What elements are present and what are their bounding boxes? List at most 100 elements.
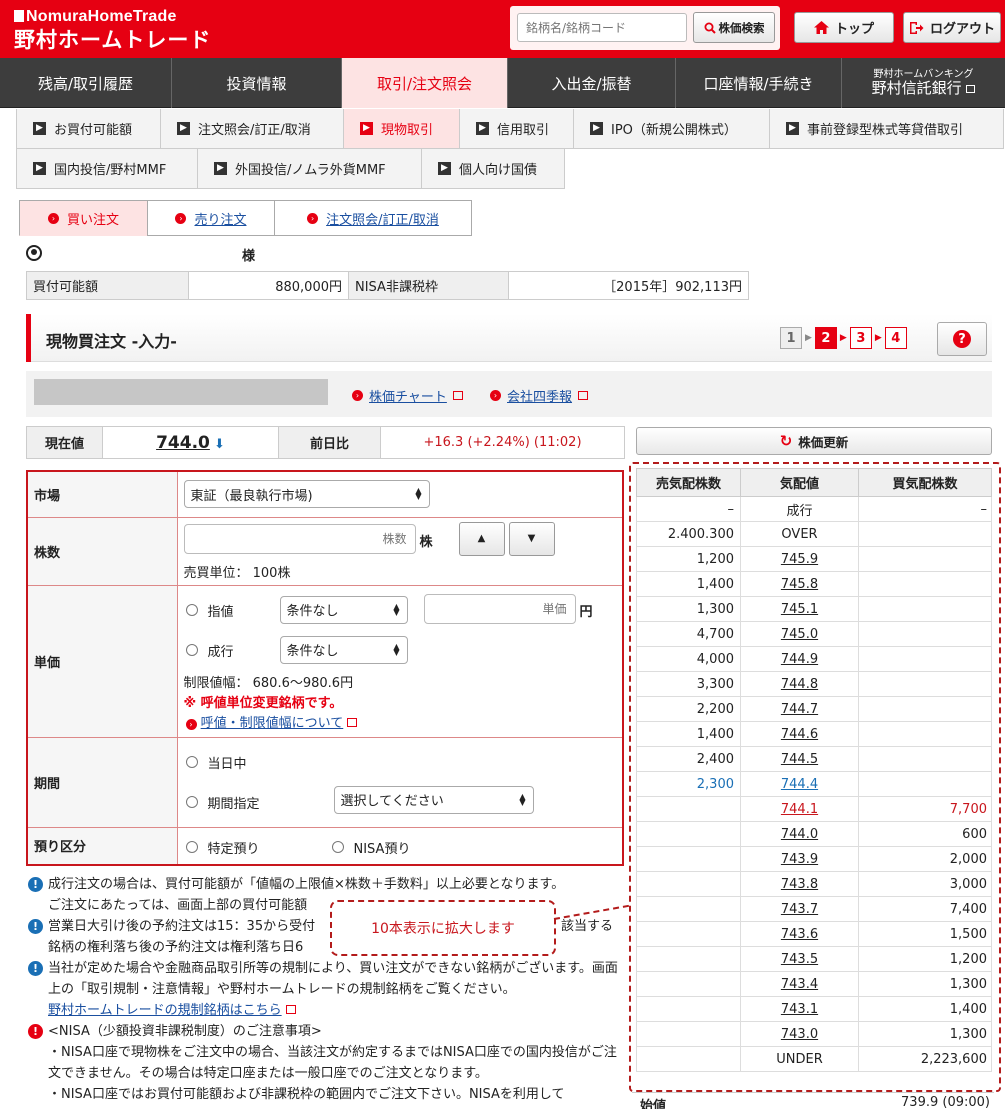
nav-deposit-transfer[interactable]: 入出金/振替 (508, 58, 676, 108)
market-order-radio[interactable] (185, 643, 198, 656)
limit-price-input[interactable] (423, 593, 576, 624)
nav-account-info[interactable]: 口座情報/手続き (676, 58, 842, 108)
subnav-order-inquiry[interactable]: ▶ 注文照会/訂正/取消 (160, 109, 344, 149)
tokutei-label: 特定預り (207, 841, 260, 857)
order-form: 市場 東証（最良執行市場) ▲▼ 株数 株 ▲ ▼ 売買単位： 100株 単価 … (26, 470, 624, 866)
book-price[interactable]: 743.5 (740, 946, 859, 972)
help-button[interactable]: ? (937, 322, 987, 356)
market-select[interactable]: 東証（最良執行市場) ▲ ▼ (183, 480, 430, 508)
nav-trade-order[interactable]: 取引/注文照会 (342, 58, 508, 108)
book-sell-qty: 3,300 (636, 671, 741, 697)
quantity-up-button[interactable]: ▲ (458, 521, 505, 556)
subnav-buy-power[interactable]: ▶ お買付可能額 (16, 109, 161, 149)
restricted-stocks-link[interactable]: 野村ホームトレードの規制銘柄はこちら (48, 1003, 296, 1018)
link-label: 会社四季報 (507, 390, 573, 405)
buy-power-value: 880,000円 (188, 271, 349, 300)
note-text: ・NISA口座ではお買付可能額および非課税枠の範囲内でご注文下さい。NISAを利… (48, 1087, 565, 1102)
current-price-value: 744.0 (156, 432, 210, 453)
book-price[interactable]: 743.8 (740, 871, 859, 897)
stock-chart-link[interactable]: › 株価チャート (352, 386, 463, 405)
book-buy-qty: 1,200 (858, 946, 992, 972)
external-link-icon (578, 391, 589, 400)
nav-investment-info[interactable]: 投資情報 (172, 58, 342, 108)
subnav-spot-trade[interactable]: ▶ 現物取引 (343, 109, 460, 149)
tab-buy-order[interactable]: › 買い注文 (19, 200, 148, 236)
select-value: 条件なし (286, 604, 339, 619)
book-price[interactable]: 743.1 (740, 996, 859, 1022)
book-price-value: 743.9 (780, 851, 819, 867)
tokutei-radio[interactable] (185, 840, 198, 853)
book-price[interactable]: 743.9 (740, 846, 859, 872)
note-text: <NISA（少額投資非課税制度）のご注意事項> (48, 1024, 322, 1039)
open-price-value: 739.9 (09:00) (901, 1095, 990, 1109)
tick-rule-link[interactable]: › 呼値・制限値幅について (185, 712, 358, 731)
stock-search-button[interactable]: 株価検索 (693, 12, 775, 43)
subnav-label: IPO（新規公開株式） (611, 123, 737, 138)
book-price[interactable]: 744.4 (740, 771, 859, 797)
nisa-custody-radio[interactable] (331, 840, 344, 853)
subnav-jgb[interactable]: ▶ 個人向け国債 (421, 149, 565, 189)
subnav-lending[interactable]: ▶ 事前登録型株式等貸借取引 (769, 109, 1004, 149)
external-link-icon (285, 1005, 296, 1014)
quantity-label: 株数 (26, 516, 178, 586)
subnav-margin-trade[interactable]: ▶ 信用取引 (459, 109, 574, 149)
book-row: UNDER 2,223,600 (636, 1046, 992, 1072)
book-price[interactable]: 744.6 (740, 721, 859, 747)
book-price-value: 744.9 (780, 651, 819, 667)
market-condition-select[interactable]: 条件なし ▲ ▼ (279, 635, 408, 664)
today-radio[interactable] (185, 755, 198, 768)
subnav-label: 注文照会/訂正/取消 (198, 123, 311, 138)
period-specify-radio[interactable] (185, 795, 198, 808)
book-price[interactable]: 745.9 (740, 546, 859, 572)
today-label: 当日中 (207, 756, 247, 772)
book-price[interactable]: 745.1 (740, 596, 859, 622)
logout-icon (909, 21, 924, 34)
tab-order-inquiry[interactable]: › 注文照会/訂正/取消 (274, 200, 472, 236)
book-price-value: 743.4 (780, 976, 819, 992)
subnav-foreign-fund[interactable]: ▶ 外国投信/ノムラ外貨MMF (197, 149, 422, 189)
chevron-right-icon: ▶ (177, 122, 190, 135)
company-report-link[interactable]: › 会社四季報 (490, 386, 589, 405)
nav-balance-history[interactable]: 残高/取引履歴 (0, 58, 172, 108)
nav-nomura-trust-bank[interactable]: 野村ホームバンキング 野村信託銀行 (842, 58, 1005, 108)
book-price[interactable]: 745.8 (740, 571, 859, 597)
book-row: 1,400 744.6 (636, 721, 992, 747)
note-text: 銘柄の権利落ち後の予約注文は権利落ち日6 (48, 940, 304, 955)
book-price[interactable]: 744.9 (740, 646, 859, 672)
quantity-unit: 株 (419, 534, 433, 550)
book-price[interactable]: 743.0 (740, 1021, 859, 1047)
book-price[interactable]: 745.0 (740, 621, 859, 647)
book-sell-qty: 4,000 (636, 646, 741, 672)
step-arrow-icon: ▶ (805, 333, 812, 343)
subnav-ipo[interactable]: ▶ IPO（新規公開株式） (573, 109, 770, 149)
limit-condition-select[interactable]: 条件なし ▲ ▼ (279, 595, 408, 624)
book-price-value: 744.5 (780, 751, 819, 767)
select-value: 選択してください (340, 794, 444, 809)
book-price[interactable]: 744.0 (740, 821, 859, 847)
book-price[interactable]: 744.1 (740, 796, 859, 822)
search-input[interactable] (517, 13, 687, 42)
logout-button[interactable]: ログアウト (903, 12, 1001, 43)
book-price[interactable]: 744.8 (740, 671, 859, 697)
trade-unit: 売買単位： 100株 (183, 565, 291, 581)
book-row: 1,300 745.1 (636, 596, 992, 622)
book-price[interactable]: 744.7 (740, 696, 859, 722)
book-row: 743.7 7,400 (636, 896, 992, 922)
limit-order-radio[interactable] (185, 603, 198, 616)
quantity-input[interactable] (183, 523, 416, 554)
logo[interactable]: NomuraHomeTrade 野村ホームトレード (14, 8, 211, 54)
note-text: 該当する (561, 919, 614, 934)
triangle-up-icon: ▲ (477, 533, 486, 544)
period-select[interactable]: 選択してください ▲ ▼ (333, 785, 534, 814)
price-label: 単価 (26, 584, 178, 738)
subnav-domestic-fund[interactable]: ▶ 国内投信/野村MMF (16, 149, 198, 189)
book-price[interactable]: 743.7 (740, 896, 859, 922)
quantity-down-button[interactable]: ▼ (508, 521, 555, 556)
book-price[interactable]: 744.5 (740, 746, 859, 772)
book-price[interactable]: 743.6 (740, 921, 859, 947)
refresh-price-button[interactable]: ↻ 株価更新 (636, 427, 992, 455)
tab-sell-order[interactable]: › 売り注文 (147, 200, 275, 236)
top-button[interactable]: トップ (794, 12, 894, 43)
book-price[interactable]: 743.4 (740, 971, 859, 997)
book-buy-qty: 600 (858, 821, 992, 847)
